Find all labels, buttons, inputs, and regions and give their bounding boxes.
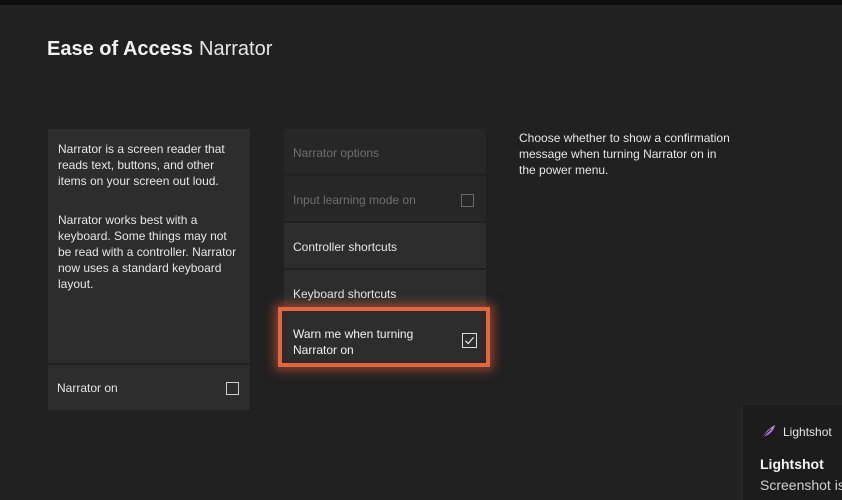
input-learning-mode-toggle: Input learning mode on xyxy=(284,176,486,221)
top-bar xyxy=(0,0,842,5)
toast-body: Screenshot is xyxy=(760,477,842,493)
section-title: Ease of Access xyxy=(47,38,194,60)
narrator-on-checkbox[interactable] xyxy=(226,382,239,395)
controller-shortcuts-label: Controller shortcuts xyxy=(293,240,398,254)
lightshot-notification[interactable]: Lightshot Lightshot Screenshot is xyxy=(742,405,842,500)
controller-shortcuts-button[interactable]: Controller shortcuts xyxy=(284,223,486,268)
setting-description: Choose whether to show a confirmation me… xyxy=(519,131,730,177)
input-learning-mode-label: Input learning mode on xyxy=(293,193,416,207)
info-paragraph-2: Narrator works best with a keyboard. Som… xyxy=(58,213,237,291)
warn-when-turning-on-label: Warn me when turning Narrator on xyxy=(293,327,414,357)
checkmark-icon xyxy=(465,336,475,345)
warn-when-turning-on-toggle[interactable]: Warn me when turning Narrator on xyxy=(278,307,490,367)
warn-when-turning-on-checkbox[interactable] xyxy=(462,333,477,348)
page-subtitle: Narrator xyxy=(199,38,273,60)
feather-icon xyxy=(760,425,775,440)
narrator-on-label: Narrator on xyxy=(57,381,118,395)
narrator-options-header-label: Narrator options xyxy=(293,146,380,160)
page-title: Ease of Access Narrator xyxy=(47,38,272,61)
keyboard-shortcuts-label: Keyboard shortcuts xyxy=(293,287,397,301)
info-paragraph-1: Narrator is a screen reader that reads t… xyxy=(58,142,225,188)
narrator-info-panel: Narrator is a screen reader that reads t… xyxy=(48,129,250,363)
toast-app-name: Lightshot xyxy=(783,425,832,439)
narrator-options-header: Narrator options xyxy=(284,129,486,174)
toast-heading: Lightshot xyxy=(760,456,824,472)
narrator-on-toggle[interactable]: Narrator on xyxy=(48,365,250,410)
input-learning-mode-checkbox xyxy=(461,194,474,207)
